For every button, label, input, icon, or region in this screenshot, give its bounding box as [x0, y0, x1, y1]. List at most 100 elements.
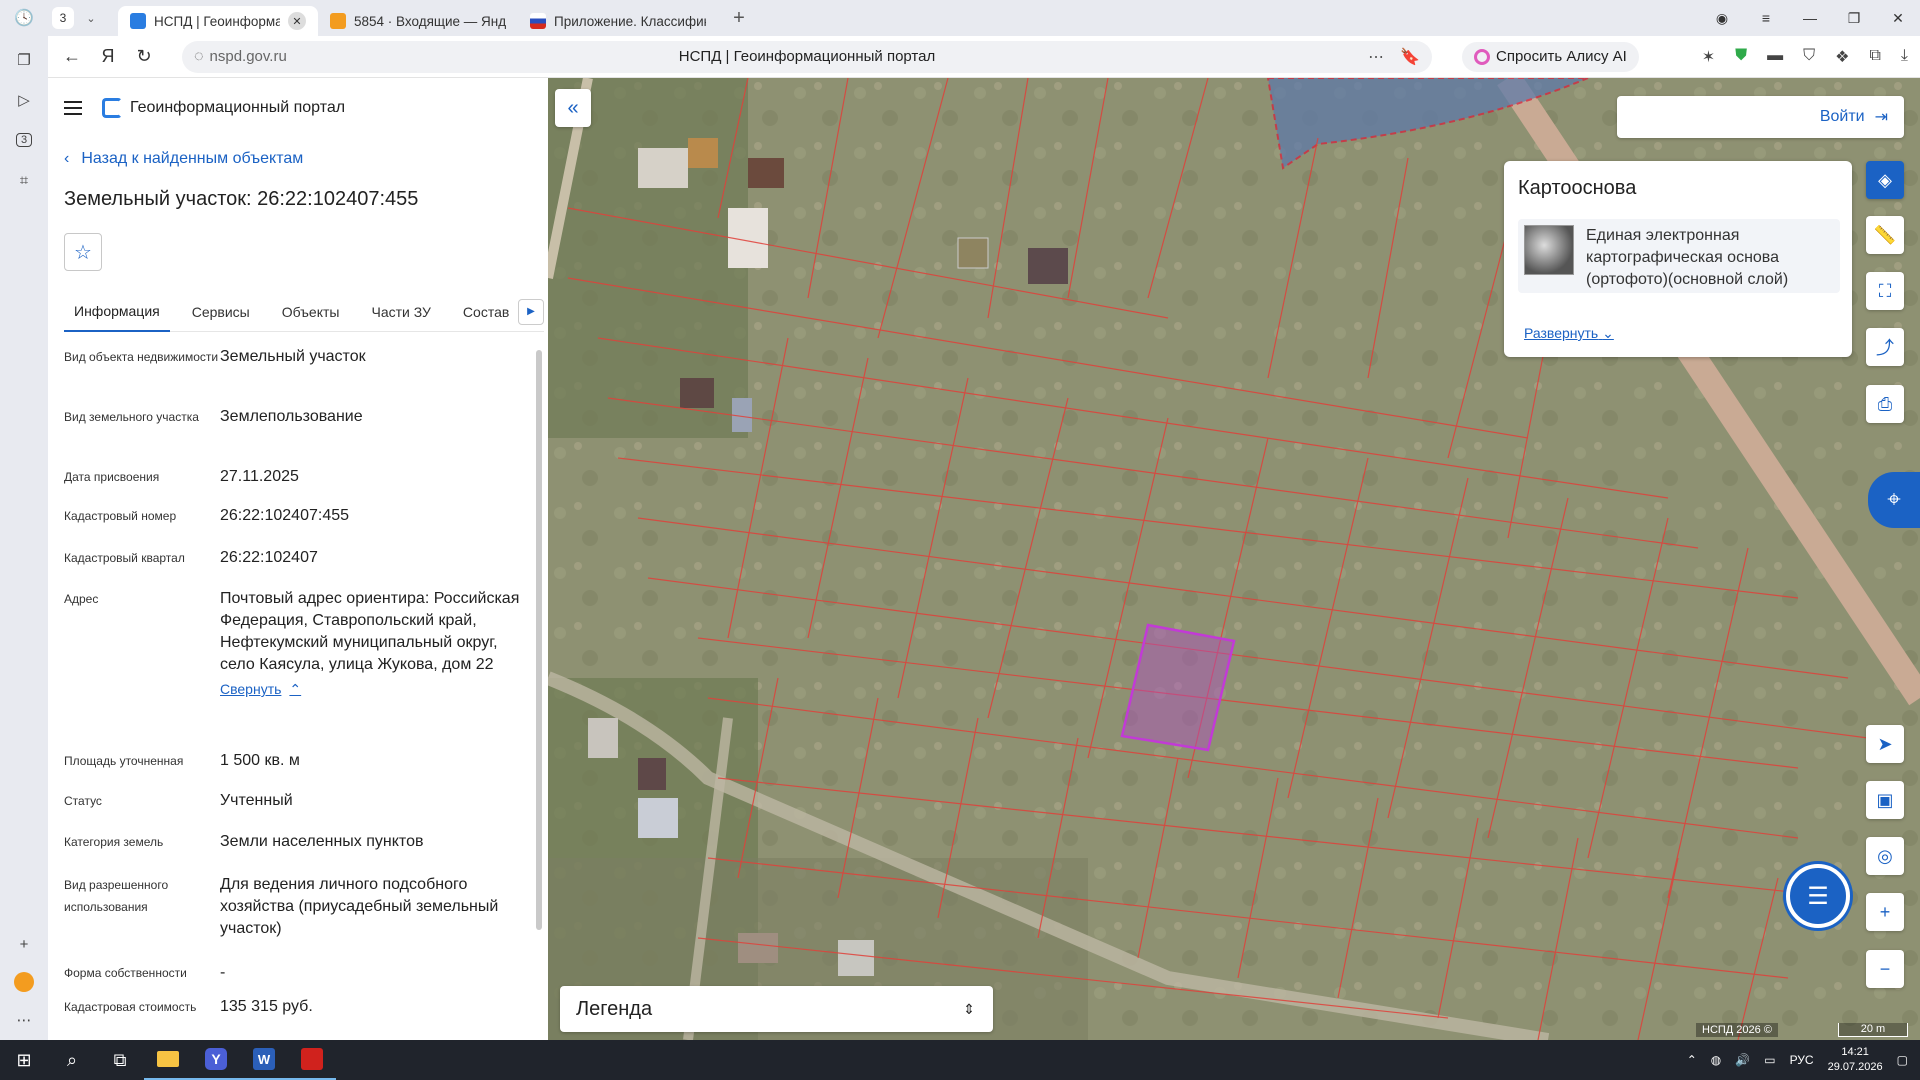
notifications-icon[interactable]: ▢: [1897, 1053, 1908, 1067]
clock[interactable]: 14:21 29.07.2026: [1828, 1045, 1883, 1075]
property-row: Дата присвоения 27.11.2025: [64, 466, 530, 488]
yandex-browser-icon[interactable]: Y: [192, 1040, 240, 1080]
tab-nspd[interactable]: НСПД | Геоинформаци ✕: [118, 6, 318, 36]
basemap-card: Картооснова Единая электронная картограф…: [1504, 161, 1852, 357]
word-icon[interactable]: W: [240, 1040, 288, 1080]
mail-app-icon[interactable]: [0, 962, 48, 1002]
tray-chevron-icon[interactable]: ⌃: [1687, 1053, 1697, 1067]
tab-counter[interactable]: 3: [52, 7, 74, 29]
tab-services[interactable]: Сервисы: [182, 292, 260, 332]
network-icon[interactable]: ◍: [1711, 1053, 1721, 1067]
map-attribution: НСПД 2026 ©: [1696, 1023, 1778, 1037]
window-controls: ◉ ≡ — ❐ ✕: [1700, 0, 1920, 36]
property-value: -: [220, 964, 226, 981]
favorite-button[interactable]: ☆: [64, 233, 102, 271]
close-tab-icon[interactable]: ✕: [288, 12, 306, 30]
tab-mail[interactable]: 5854 · Входящие — Яндек: [318, 6, 518, 36]
downloads-icon[interactable]: ⤓: [1901, 47, 1908, 67]
menu-icon[interactable]: [64, 101, 82, 115]
new-tab-icon[interactable]: +: [726, 5, 752, 31]
portal-logo-icon: [102, 98, 122, 118]
property-value: Земельный участок: [220, 348, 366, 365]
legend-dropdown[interactable]: Легенда ⇕: [560, 986, 993, 1032]
portal-brand[interactable]: Геоинформационный портал: [102, 98, 345, 118]
property-row: Вид земельного участка Землепользование: [64, 406, 530, 428]
back-icon[interactable]: ←: [54, 39, 90, 75]
task-view-icon[interactable]: ⧉: [96, 1040, 144, 1080]
tab-objects[interactable]: Объекты: [272, 292, 350, 332]
language-indicator[interactable]: РУС: [1790, 1053, 1814, 1067]
zoom-out-button[interactable]: −: [1866, 950, 1904, 988]
basemap-item[interactable]: Единая электронная картографическая осно…: [1518, 219, 1840, 293]
property-row: Статус Учтенный: [64, 790, 530, 812]
search-icon[interactable]: ⌕: [48, 1040, 96, 1080]
portal-name: Геоинформационный портал: [130, 99, 346, 116]
tab-classifier[interactable]: Приложение. Классифик: [518, 6, 718, 36]
collections-icon[interactable]: ❐: [0, 40, 48, 80]
measure-button[interactable]: 📏: [1866, 216, 1904, 254]
extensions: ✶ ⛊ ▬ ⛉ ❖ ⧉ ⤓: [1702, 47, 1908, 67]
battery-icon[interactable]: ▭: [1764, 1053, 1775, 1067]
print-button[interactable]: ⎙: [1866, 385, 1904, 423]
back-to-results-link[interactable]: ‹ Назад к найденным объектам: [64, 150, 548, 168]
zoom-in-button[interactable]: +: [1866, 893, 1904, 931]
file-explorer-icon[interactable]: [144, 1040, 192, 1080]
start-icon[interactable]: ⊞: [0, 1040, 48, 1080]
restore-icon[interactable]: ❐: [1832, 0, 1876, 36]
extension-icon[interactable]: ▬: [1767, 47, 1783, 67]
property-row-address: Адрес Почтовый адрес ориентира: Российск…: [64, 588, 530, 700]
tab-composition[interactable]: Состав: [453, 292, 519, 332]
menu-icon[interactable]: ≡: [1744, 0, 1788, 36]
screenshot-icon[interactable]: ⌗: [0, 160, 48, 200]
more-dots-icon[interactable]: ⋯: [1368, 47, 1384, 67]
property-key: Адрес: [64, 592, 99, 606]
geolocation-button[interactable]: ◎: [1866, 837, 1904, 875]
volume-icon[interactable]: 🔊: [1735, 1053, 1750, 1067]
expand-label: Развернуть: [1524, 325, 1599, 341]
tabs-scroll-right-icon[interactable]: ▶: [518, 298, 544, 325]
history-icon[interactable]: 🕓: [0, 0, 48, 36]
site-info-icon[interactable]: ◌: [194, 48, 204, 66]
tab-information[interactable]: Информация: [64, 292, 170, 332]
chat-button[interactable]: ☰: [1786, 864, 1850, 928]
share-button[interactable]: ⤴: [1866, 328, 1904, 366]
more-icon[interactable]: ⋯: [0, 1000, 48, 1040]
locate-button[interactable]: ➤: [1866, 725, 1904, 763]
pdf-reader-icon[interactable]: [288, 1040, 336, 1080]
extension-icon[interactable]: ✶: [1702, 47, 1715, 67]
login-button[interactable]: Войти ⇥: [1617, 96, 1904, 138]
extension-icon[interactable]: ⛉: [1803, 47, 1815, 67]
property-key: Площадь уточненная: [64, 754, 184, 768]
counter-icon[interactable]: 3: [0, 120, 48, 160]
extension-icon[interactable]: ❖: [1835, 47, 1849, 67]
property-value: 26:22:102407:455: [220, 507, 350, 524]
shield-icon[interactable]: ⛊: [1735, 47, 1747, 67]
minus-icon: −: [1879, 958, 1891, 979]
tab-list-chevron-icon[interactable]: ⌄: [80, 7, 102, 29]
panel-scrollbar[interactable]: [536, 350, 542, 930]
scale-bar: 20 m: [1838, 1023, 1908, 1037]
layers-button[interactable]: ◈: [1866, 161, 1904, 199]
collapse-link[interactable]: Свернуть ⌃: [220, 678, 530, 700]
collapse-panel-button[interactable]: «: [555, 89, 591, 127]
profile-icon[interactable]: ◉: [1700, 0, 1744, 36]
alice-button[interactable]: Спросить Алису AI: [1462, 41, 1639, 72]
url-field[interactable]: ◌ nspd.gov.ru НСПД | Геоинформационный п…: [182, 40, 1432, 73]
clock-date: 29.07.2026: [1827, 1061, 1883, 1073]
expand-link[interactable]: Развернуть ⌄: [1524, 325, 1614, 342]
close-window-icon[interactable]: ✕: [1876, 0, 1920, 36]
video-icon[interactable]: ▷: [0, 80, 48, 120]
mail-favicon-icon: [330, 13, 346, 29]
tab-parts[interactable]: Части ЗУ: [361, 292, 440, 332]
collapse-label: Свернуть: [220, 681, 282, 697]
minimap-button[interactable]: ▣: [1866, 781, 1904, 819]
extension-icon[interactable]: ⧉: [1869, 47, 1880, 67]
minimize-icon[interactable]: —: [1788, 0, 1832, 36]
yandex-icon[interactable]: Я: [90, 39, 126, 75]
assistant-button[interactable]: ⌖: [1868, 472, 1920, 528]
property-key: Статус: [64, 794, 102, 808]
reload-icon[interactable]: ↻: [126, 39, 162, 75]
add-icon[interactable]: +: [0, 924, 48, 964]
bookmark-icon[interactable]: 🔖: [1400, 47, 1420, 67]
select-area-button[interactable]: ⛶: [1866, 272, 1904, 310]
